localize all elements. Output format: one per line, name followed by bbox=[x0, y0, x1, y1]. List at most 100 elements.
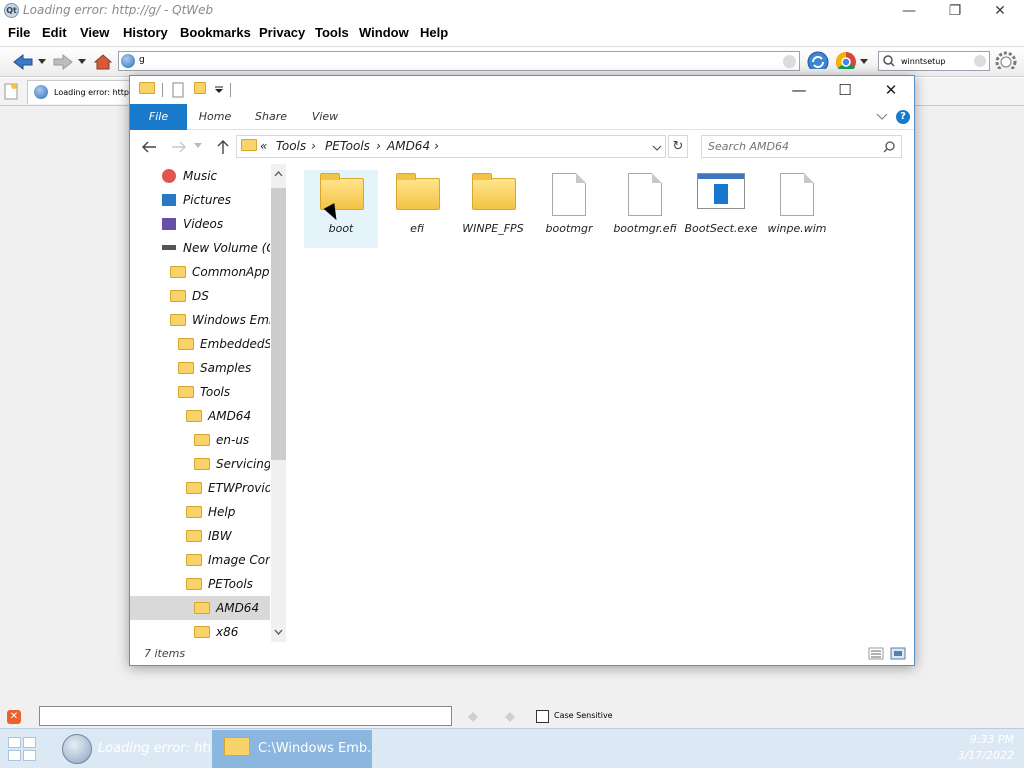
refresh-button[interactable]: ↻ bbox=[668, 135, 688, 158]
nav-item-folder[interactable]: IBW bbox=[186, 524, 270, 548]
nav-item-folder[interactable]: EmbeddedSDK bbox=[178, 332, 270, 356]
taskbar-explorer-button[interactable]: C:\Windows Emb... bbox=[212, 730, 372, 768]
menu-bookmarks[interactable]: Bookmarks bbox=[180, 25, 251, 40]
file-item-winpe-wim[interactable]: winpe.wim bbox=[760, 170, 834, 248]
chrome-icon[interactable] bbox=[835, 51, 857, 69]
close-find-icon[interactable]: ✕ bbox=[7, 710, 21, 724]
nav-item-videos[interactable]: Videos bbox=[162, 212, 270, 236]
ribbon-expand-chevron-icon[interactable] bbox=[876, 113, 888, 121]
nav-item-folder[interactable]: Help bbox=[186, 500, 270, 524]
explorer-minimize-button[interactable]: — bbox=[776, 76, 822, 104]
file-item-bootmgr-efi[interactable]: bootmgr.efi bbox=[608, 170, 682, 248]
breadcrumb-amd64[interactable]: AMD64 bbox=[387, 139, 430, 153]
back-icon[interactable] bbox=[141, 140, 157, 154]
menu-view[interactable]: View bbox=[80, 25, 109, 40]
forward-icon[interactable] bbox=[171, 140, 187, 154]
help-icon[interactable]: ? bbox=[896, 110, 910, 124]
nav-item-folder[interactable]: AMD64 bbox=[186, 404, 270, 428]
new-folder-icon[interactable] bbox=[194, 82, 206, 94]
quick-access-dropdown-icon[interactable] bbox=[214, 86, 224, 94]
refresh-icon[interactable] bbox=[807, 51, 829, 69]
browser-tab[interactable]: Loading error: http://g/ bbox=[27, 80, 137, 104]
file-item-efi[interactable]: efi bbox=[380, 170, 454, 248]
details-view-icon[interactable] bbox=[868, 647, 884, 660]
menu-edit[interactable]: Edit bbox=[42, 25, 67, 40]
file-item-boot[interactable]: boot bbox=[304, 170, 378, 248]
explorer-search-input[interactable] bbox=[706, 138, 876, 155]
nav-item-folder[interactable]: Image Configuration bbox=[186, 548, 270, 572]
explorer-close-button[interactable]: ✕ bbox=[868, 76, 914, 104]
nav-item-new-volume[interactable]: New Volume (C:) bbox=[162, 236, 270, 260]
new-tab-icon[interactable] bbox=[4, 83, 18, 100]
tab-share[interactable]: Share bbox=[246, 104, 296, 130]
recent-locations-icon[interactable] bbox=[194, 143, 202, 149]
home-icon[interactable] bbox=[94, 53, 112, 71]
case-sensitive-checkbox[interactable] bbox=[536, 710, 549, 723]
explorer-address-bar[interactable]: « Tools › PETools › AMD64 › bbox=[236, 135, 666, 158]
file-item-bootmgr[interactable]: bootmgr bbox=[532, 170, 606, 248]
address-folder-icon bbox=[241, 139, 257, 151]
find-next-icon[interactable] bbox=[503, 710, 517, 724]
music-icon bbox=[162, 168, 176, 183]
forward-arrow-icon[interactable] bbox=[52, 53, 74, 71]
scroll-up-icon[interactable] bbox=[274, 171, 283, 177]
search-clear-icon[interactable] bbox=[974, 55, 986, 67]
nav-item-folder[interactable]: Windows Embedded bbox=[170, 308, 270, 332]
explorer-taskbar-icon bbox=[224, 737, 250, 756]
nav-item-folder[interactable]: en-us bbox=[194, 428, 270, 452]
start-button[interactable] bbox=[8, 737, 38, 761]
menu-privacy[interactable]: Privacy bbox=[259, 25, 305, 40]
menu-tools[interactable]: Tools bbox=[315, 25, 349, 40]
back-arrow-icon[interactable] bbox=[12, 53, 34, 71]
qtweb-minimize-button[interactable]: — bbox=[886, 0, 932, 22]
back-dropdown-icon[interactable] bbox=[38, 59, 46, 77]
nav-item-folder[interactable]: CommonAppData bbox=[170, 260, 270, 284]
file-item-bootsect-exe[interactable]: BootSect.exe bbox=[684, 170, 758, 248]
menu-file[interactable]: File bbox=[8, 25, 30, 40]
tab-file[interactable]: File bbox=[130, 104, 187, 130]
breadcrumb-sep-icon[interactable]: › bbox=[311, 139, 316, 153]
address-bar[interactable]: g bbox=[118, 51, 800, 71]
nav-item-folder[interactable]: Servicing bbox=[194, 452, 270, 476]
nav-item-selected-amd64[interactable]: AMD64 bbox=[130, 596, 270, 620]
nav-item-folder[interactable]: DS bbox=[170, 284, 270, 308]
explorer-search-box[interactable] bbox=[701, 135, 902, 158]
scroll-down-icon[interactable] bbox=[274, 629, 283, 635]
large-icons-view-icon[interactable] bbox=[890, 647, 906, 660]
find-previous-icon[interactable] bbox=[466, 710, 480, 724]
menu-history[interactable]: History bbox=[123, 25, 168, 40]
breadcrumb-tools[interactable]: Tools bbox=[276, 139, 306, 153]
explorer-maximize-button[interactable]: ☐ bbox=[822, 76, 868, 104]
tab-view[interactable]: View bbox=[300, 104, 350, 130]
web-search-input[interactable]: winntsetup bbox=[878, 51, 990, 71]
menu-help[interactable]: Help bbox=[420, 25, 448, 40]
taskbar-qtweb-button[interactable]: Loading error: htt... bbox=[52, 730, 210, 768]
url-clear-icon[interactable] bbox=[783, 55, 796, 68]
nav-item-folder[interactable]: PETools bbox=[186, 572, 270, 596]
up-icon[interactable] bbox=[216, 139, 230, 155]
settings-gear-icon[interactable] bbox=[995, 51, 1017, 69]
nav-item-pictures[interactable]: Pictures bbox=[162, 188, 270, 212]
folder-icon bbox=[194, 457, 210, 470]
tab-home[interactable]: Home bbox=[190, 104, 240, 130]
breadcrumb-petools[interactable]: PETools bbox=[325, 139, 370, 153]
nav-item-music[interactable]: Music bbox=[162, 164, 270, 188]
forward-dropdown-icon[interactable] bbox=[78, 59, 86, 77]
nav-item-folder[interactable]: x86 bbox=[194, 620, 270, 642]
nav-item-folder[interactable]: Tools bbox=[178, 380, 270, 404]
nav-scroll-thumb[interactable] bbox=[271, 188, 286, 460]
taskbar-clock[interactable]: 9:33 PM 3/17/2022 bbox=[958, 732, 1014, 764]
menu-window[interactable]: Window bbox=[359, 25, 409, 40]
find-input[interactable] bbox=[39, 706, 452, 726]
file-item-winpe-fps[interactable]: WINPE_FPS bbox=[456, 170, 530, 248]
address-dropdown-icon[interactable] bbox=[652, 145, 662, 151]
nav-item-folder[interactable]: Samples bbox=[178, 356, 270, 380]
breadcrumb-sep-icon[interactable]: › bbox=[376, 139, 381, 153]
qtweb-maximize-button[interactable]: ❐ bbox=[932, 0, 978, 22]
nav-item-folder[interactable]: ETWProviders bbox=[186, 476, 270, 500]
qtweb-close-button[interactable]: ✕ bbox=[977, 0, 1023, 22]
breadcrumb-sep-icon[interactable]: › bbox=[434, 139, 439, 153]
breadcrumb-overflow[interactable]: « bbox=[260, 139, 267, 153]
qtweb-title-bar: Qt Loading error: http://g/ - QtWeb — ❐ … bbox=[0, 0, 1024, 22]
new-file-icon[interactable] bbox=[172, 82, 184, 98]
